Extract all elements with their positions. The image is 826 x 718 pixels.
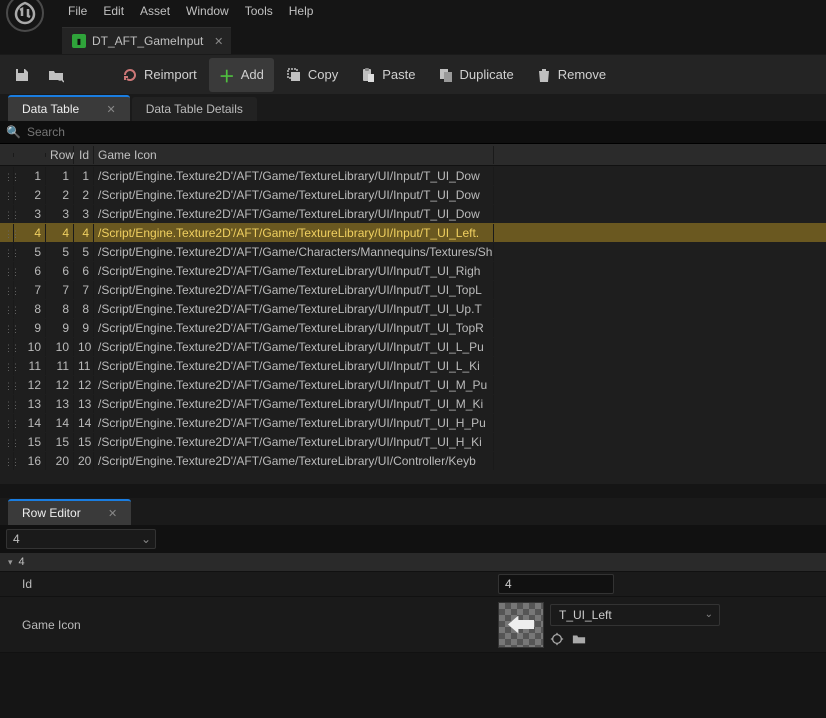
table-row[interactable]: 999/Script/Engine.Texture2D'/AFT/Game/Te… — [0, 318, 826, 337]
drag-handle-icon[interactable] — [0, 376, 14, 394]
property-game-icon-row: Game Icon T_UI_Left ⌄ — [0, 597, 826, 653]
row-section-header[interactable]: ▾ 4 — [0, 553, 826, 572]
table-row[interactable]: 141414/Script/Engine.Texture2D'/AFT/Game… — [0, 413, 826, 432]
chevron-down-icon: ⌄ — [705, 609, 713, 620]
row-editor-tabs: Row Editor ✕ — [0, 498, 826, 525]
data-table: Row Id Game Icon 111/Script/Engine.Textu… — [0, 144, 826, 484]
search-input[interactable] — [27, 125, 820, 139]
property-label: Id — [0, 577, 498, 591]
property-id-row: Id — [0, 572, 826, 597]
drag-handle-icon[interactable] — [0, 224, 14, 242]
table-row[interactable]: 555/Script/Engine.Texture2D'/AFT/Game/Ch… — [0, 242, 826, 261]
plus-icon: ＋ — [219, 63, 235, 87]
texture-thumbnail[interactable] — [498, 602, 544, 648]
close-icon[interactable]: ✕ — [108, 508, 117, 520]
menu-edit[interactable]: Edit — [95, 2, 132, 20]
copy-button[interactable]: Copy — [276, 62, 348, 88]
drag-handle-icon[interactable] — [0, 205, 14, 223]
menu-window[interactable]: Window — [178, 2, 237, 20]
header-row[interactable]: Row — [46, 146, 74, 164]
drag-handle-icon[interactable] — [0, 414, 14, 432]
browse-button[interactable] — [40, 62, 72, 88]
drag-handle-icon[interactable] — [0, 281, 14, 299]
tab-row-editor[interactable]: Row Editor ✕ — [8, 499, 131, 525]
row-selector-bar: 4 ⌄ — [0, 525, 826, 553]
drag-handle-icon[interactable] — [0, 262, 14, 280]
header-id[interactable]: Id — [74, 146, 94, 164]
tab-data-table[interactable]: Data Table ✕ — [8, 95, 130, 121]
asset-dropdown[interactable]: T_UI_Left ⌄ — [550, 604, 720, 626]
panel-tabs: Data Table ✕ Data Table Details — [0, 94, 826, 121]
close-icon[interactable]: ✕ — [107, 104, 116, 116]
table-row[interactable]: 777/Script/Engine.Texture2D'/AFT/Game/Te… — [0, 280, 826, 299]
datatable-icon — [72, 34, 86, 48]
collapse-icon: ▾ — [8, 557, 13, 568]
menu-file[interactable]: File — [60, 2, 95, 20]
save-button[interactable] — [6, 62, 38, 88]
table-row[interactable]: 121212/Script/Engine.Texture2D'/AFT/Game… — [0, 375, 826, 394]
paste-button[interactable]: Paste — [350, 62, 425, 88]
table-row[interactable]: 131313/Script/Engine.Texture2D'/AFT/Game… — [0, 394, 826, 413]
document-tab-bar: DT_AFT_GameInput ✕ — [0, 22, 826, 54]
search-bar: 🔍 — [0, 121, 826, 144]
property-label: Game Icon — [0, 618, 498, 632]
left-arrow-icon — [508, 616, 534, 634]
drag-handle-icon[interactable] — [0, 186, 14, 204]
table-header: Row Id Game Icon — [0, 144, 826, 166]
empty-area — [0, 653, 826, 693]
close-icon[interactable]: ✕ — [214, 35, 223, 48]
use-selected-icon[interactable] — [550, 632, 564, 646]
duplicate-button[interactable]: Duplicate — [428, 62, 524, 88]
table-row[interactable]: 333/Script/Engine.Texture2D'/AFT/Game/Te… — [0, 204, 826, 223]
row-select-dropdown[interactable]: 4 ⌄ — [6, 529, 156, 549]
toolbar: Reimport ＋ Add Copy Paste Duplicate Remo… — [0, 54, 826, 94]
menu-help[interactable]: Help — [281, 2, 322, 20]
browse-to-asset-icon[interactable] — [572, 632, 586, 646]
drag-handle-icon[interactable] — [0, 433, 14, 451]
add-button[interactable]: ＋ Add — [209, 58, 274, 92]
table-row[interactable]: 111/Script/Engine.Texture2D'/AFT/Game/Te… — [0, 166, 826, 185]
document-tab[interactable]: DT_AFT_GameInput ✕ — [62, 27, 231, 54]
remove-button[interactable]: Remove — [526, 62, 616, 88]
chevron-down-icon: ⌄ — [141, 532, 151, 546]
tab-data-table-details[interactable]: Data Table Details — [132, 97, 257, 121]
reimport-button[interactable]: Reimport — [112, 62, 207, 88]
document-tab-title: DT_AFT_GameInput — [92, 34, 203, 48]
table-row[interactable]: 162020/Script/Engine.Texture2D'/AFT/Game… — [0, 451, 826, 470]
table-row[interactable]: 222/Script/Engine.Texture2D'/AFT/Game/Te… — [0, 185, 826, 204]
menu-tools[interactable]: Tools — [237, 2, 281, 20]
menu-asset[interactable]: Asset — [132, 2, 178, 20]
drag-handle-icon[interactable] — [0, 167, 14, 185]
menu-bar: FileEditAssetWindowToolsHelp — [0, 0, 826, 22]
table-row[interactable]: 111111/Script/Engine.Texture2D'/AFT/Game… — [0, 356, 826, 375]
table-row[interactable]: 888/Script/Engine.Texture2D'/AFT/Game/Te… — [0, 299, 826, 318]
search-icon: 🔍 — [6, 125, 21, 139]
drag-handle-icon[interactable] — [0, 243, 14, 261]
id-field[interactable] — [498, 574, 614, 594]
table-row[interactable]: 151515/Script/Engine.Texture2D'/AFT/Game… — [0, 432, 826, 451]
drag-handle-icon[interactable] — [0, 452, 14, 470]
table-row[interactable]: 101010/Script/Engine.Texture2D'/AFT/Game… — [0, 337, 826, 356]
drag-handle-icon[interactable] — [0, 338, 14, 356]
drag-handle-icon[interactable] — [0, 300, 14, 318]
drag-handle-icon[interactable] — [0, 357, 14, 375]
table-row[interactable]: 444/Script/Engine.Texture2D'/AFT/Game/Te… — [0, 223, 826, 242]
table-row[interactable]: 666/Script/Engine.Texture2D'/AFT/Game/Te… — [0, 261, 826, 280]
drag-handle-icon[interactable] — [0, 395, 14, 413]
header-game-icon[interactable]: Game Icon — [94, 146, 494, 164]
drag-handle-icon[interactable] — [0, 319, 14, 337]
